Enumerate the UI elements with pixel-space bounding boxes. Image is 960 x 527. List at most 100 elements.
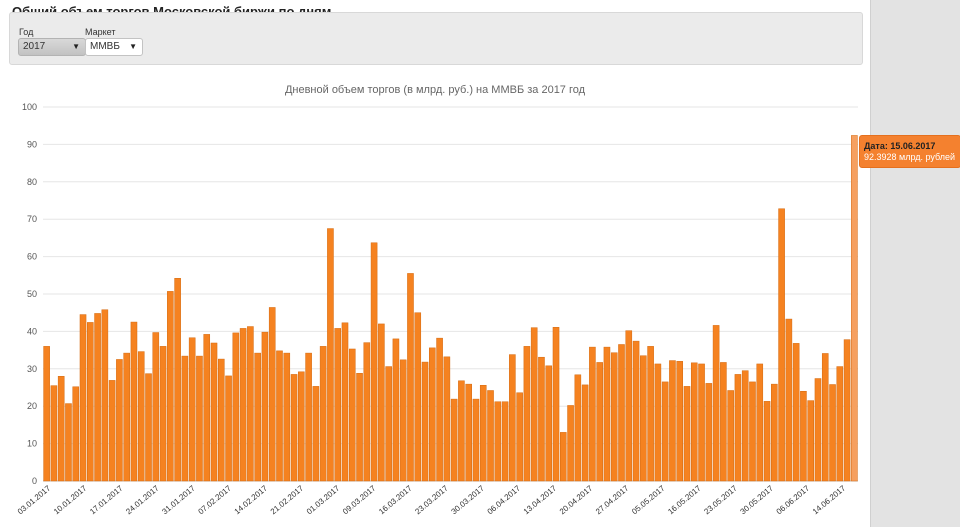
bar[interactable] <box>800 390 807 482</box>
bar[interactable] <box>305 352 312 482</box>
bar[interactable] <box>450 398 458 482</box>
bar[interactable] <box>690 362 698 482</box>
bar[interactable] <box>741 370 749 482</box>
bar[interactable] <box>116 359 123 482</box>
bar[interactable] <box>298 371 305 482</box>
bar[interactable] <box>610 352 618 482</box>
bar[interactable] <box>196 355 203 482</box>
bar[interactable] <box>210 342 218 482</box>
bar[interactable] <box>487 390 494 482</box>
bar[interactable] <box>589 346 596 482</box>
bar[interactable] <box>327 228 334 482</box>
bar[interactable] <box>421 361 429 482</box>
bar[interactable] <box>407 273 414 482</box>
bar[interactable] <box>137 351 145 482</box>
bar[interactable] <box>159 346 167 482</box>
bar[interactable] <box>174 278 181 482</box>
bar[interactable] <box>79 314 87 482</box>
bar[interactable] <box>683 386 691 482</box>
bar[interactable] <box>167 291 174 482</box>
bar[interactable] <box>399 359 407 482</box>
bar[interactable] <box>763 401 771 482</box>
bar[interactable] <box>385 366 392 482</box>
bar[interactable] <box>785 318 793 482</box>
bar[interactable] <box>734 374 742 482</box>
bar[interactable] <box>560 432 567 482</box>
bar[interactable] <box>436 337 443 482</box>
bar[interactable] <box>392 338 400 482</box>
bar[interactable] <box>65 403 72 482</box>
bar[interactable] <box>472 398 480 482</box>
bar[interactable] <box>618 344 625 482</box>
bar[interactable] <box>632 340 640 482</box>
bar[interactable] <box>581 384 589 482</box>
bar[interactable] <box>276 350 283 482</box>
bar[interactable] <box>625 330 633 482</box>
bar[interactable] <box>130 321 138 482</box>
bar[interactable] <box>232 332 240 482</box>
bar[interactable] <box>87 322 94 482</box>
bar[interactable] <box>57 376 65 482</box>
bar[interactable] <box>843 339 851 482</box>
bar[interactable] <box>603 346 611 482</box>
bar[interactable] <box>254 352 261 482</box>
bar[interactable] <box>749 381 756 482</box>
bar[interactable] <box>348 348 356 482</box>
bar[interactable] <box>676 361 684 482</box>
bar[interactable] <box>538 356 545 482</box>
bar[interactable] <box>814 378 822 482</box>
bar[interactable] <box>43 346 50 482</box>
bar[interactable] <box>217 358 225 482</box>
bar[interactable] <box>429 347 436 482</box>
bar[interactable] <box>465 383 472 482</box>
bar[interactable] <box>661 381 669 482</box>
bar[interactable] <box>239 328 247 482</box>
bar[interactable] <box>523 346 531 482</box>
bar[interactable] <box>290 374 298 482</box>
bar[interactable] <box>334 328 341 482</box>
bar[interactable] <box>479 385 487 482</box>
bar[interactable] <box>771 383 778 482</box>
bar[interactable] <box>530 327 538 482</box>
bar[interactable] <box>720 362 727 482</box>
bar[interactable] <box>72 386 80 482</box>
bar[interactable] <box>203 334 211 482</box>
bar[interactable] <box>50 385 58 482</box>
bar[interactable] <box>152 332 160 482</box>
bar[interactable] <box>225 375 232 482</box>
year-select[interactable]: 2017 ▼ <box>18 38 86 56</box>
bar[interactable] <box>567 405 574 482</box>
bar[interactable] <box>378 323 385 482</box>
bar[interactable] <box>640 355 647 482</box>
bar[interactable] <box>705 383 713 482</box>
bar[interactable] <box>836 366 844 482</box>
bar[interactable] <box>188 337 196 482</box>
bar[interactable] <box>821 353 829 482</box>
bar[interactable] <box>363 342 371 482</box>
bar[interactable] <box>181 355 189 482</box>
bar[interactable] <box>283 352 291 482</box>
bar[interactable] <box>807 400 814 482</box>
bar[interactable] <box>101 309 109 482</box>
bar[interactable] <box>792 343 800 482</box>
bar[interactable] <box>268 307 276 482</box>
bar[interactable] <box>414 312 422 482</box>
bar[interactable] <box>829 384 836 482</box>
bar[interactable] <box>123 352 130 482</box>
bar[interactable] <box>341 322 349 482</box>
bar[interactable] <box>370 242 378 482</box>
bar[interactable] <box>516 392 523 482</box>
bar[interactable] <box>312 386 320 482</box>
bar[interactable] <box>727 390 734 482</box>
bar[interactable] <box>778 208 785 482</box>
bar[interactable] <box>574 374 582 482</box>
market-select[interactable]: ММВБ ▼ <box>85 38 143 56</box>
bar[interactable] <box>545 365 553 482</box>
bar[interactable] <box>145 373 152 482</box>
bar[interactable] <box>756 363 764 482</box>
bar[interactable] <box>509 354 516 482</box>
bar[interactable] <box>552 327 560 482</box>
bar[interactable] <box>596 362 603 482</box>
bar[interactable] <box>356 373 363 482</box>
bar[interactable] <box>319 346 327 482</box>
